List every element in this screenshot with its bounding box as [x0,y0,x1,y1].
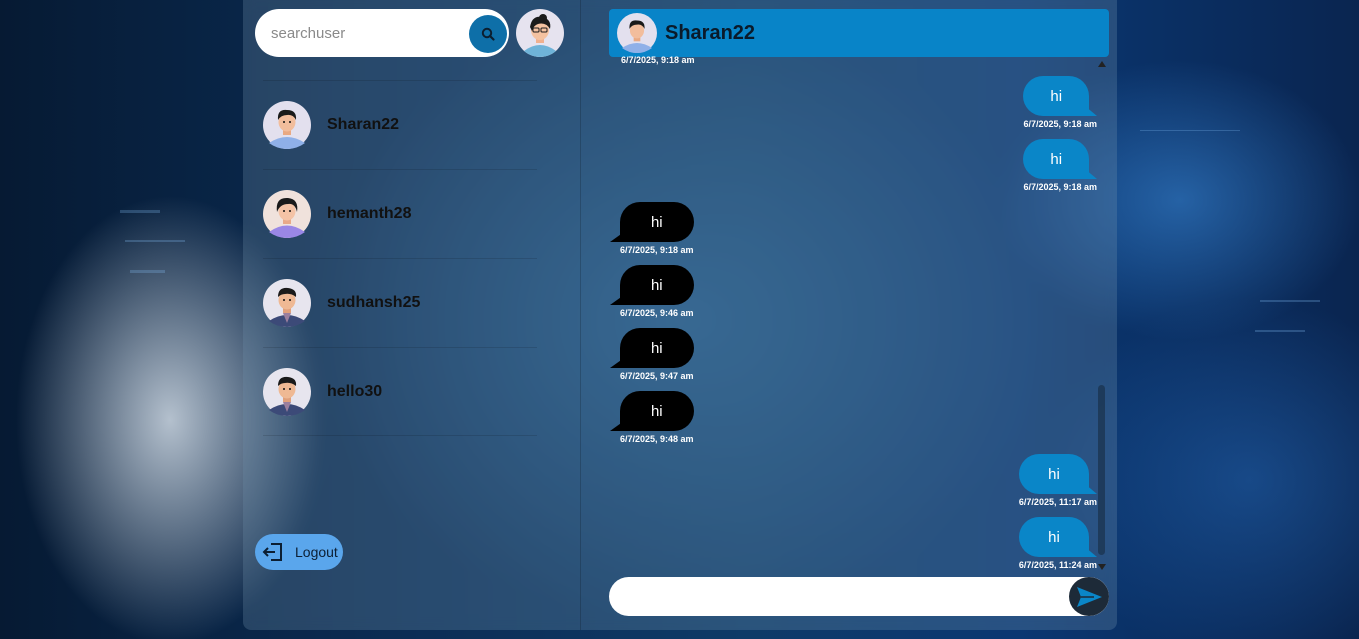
avatar [263,279,311,327]
avatar [617,13,657,53]
search-input[interactable] [271,24,461,42]
message-timestamp: 6/7/2025, 9:48 am [620,434,694,444]
user-name: Sharan22 [327,116,400,133]
message-bubble: hi [610,391,694,431]
message-list[interactable]: 6/7/2025, 9:18 am hi 6/7/2025, 9:18 am h… [609,55,1098,572]
message-incoming: hi 6/7/2025, 9:46 am [610,265,694,318]
message-bubble: hi [1023,76,1097,116]
logout-icon [262,543,282,561]
avatar [263,101,311,149]
message-bubble: hi [610,265,694,305]
message-outgoing: hi 6/7/2025, 9:18 am [1023,139,1097,192]
message-bubble: hi [610,202,694,242]
user-list-item[interactable]: Sharan22 [263,80,537,169]
message-outgoing: hi 6/7/2025, 11:24 am [1018,517,1098,570]
search-button[interactable] [469,15,507,53]
message-timestamp: 6/7/2025, 9:46 am [620,308,694,318]
user-list: Sharan22 hemanth28 sudhansh25 hello30 [263,80,537,436]
user-list-item[interactable]: hello30 [263,347,537,436]
user-name: hemanth28 [327,205,412,222]
message-incoming: hi 6/7/2025, 9:18 am [610,202,694,255]
chat-header: Sharan22 [609,9,1109,57]
message-timestamp: 6/7/2025, 9:18 am [1023,182,1097,192]
message-timestamp: 6/7/2025, 9:18 am [620,245,694,255]
message-bubble: hi [1018,517,1098,557]
logout-button[interactable]: Logout [255,534,343,570]
message-input[interactable] [625,577,1065,616]
message-timestamp: 6/7/2025, 9:18 am [621,55,695,65]
avatar [263,190,311,238]
send-button[interactable] [1069,577,1109,616]
user-list-item[interactable]: sudhansh25 [263,258,537,347]
user-list-item[interactable]: hemanth28 [263,169,537,258]
search-bar [255,9,509,57]
message-timestamp: 6/7/2025, 11:17 am [1018,497,1097,507]
search-icon [481,27,495,41]
chat-title: Sharan22 [665,21,756,44]
current-user-avatar[interactable] [516,9,564,57]
send-icon [1077,586,1102,607]
message-outgoing: hi 6/7/2025, 9:18 am [1023,76,1097,129]
scroll-down-arrow[interactable] [1098,564,1106,570]
message-timestamp: 6/7/2025, 11:24 am [1018,560,1097,570]
panel-divider [580,0,581,630]
message-bubble: hi [1023,139,1097,179]
message-bubble: hi [610,328,694,368]
avatar [263,367,311,416]
message-timestamp: 6/7/2025, 9:47 am [620,371,694,381]
compose-bar [609,577,1109,616]
message-outgoing: hi 6/7/2025, 11:17 am [1018,454,1098,507]
message-timestamp: 6/7/2025, 9:18 am [1023,119,1097,129]
message-incoming: hi 6/7/2025, 9:47 am [610,328,694,381]
user-name: hello30 [327,382,383,400]
message-bubble: hi [1018,454,1098,494]
message-scrollbar[interactable] [1097,57,1107,572]
scroll-up-arrow[interactable] [1098,61,1106,67]
user-name: sudhansh25 [327,294,421,311]
logout-label: Logout [295,544,338,560]
message-incoming: hi 6/7/2025, 9:48 am [610,391,694,444]
scroll-thumb[interactable] [1098,385,1105,555]
